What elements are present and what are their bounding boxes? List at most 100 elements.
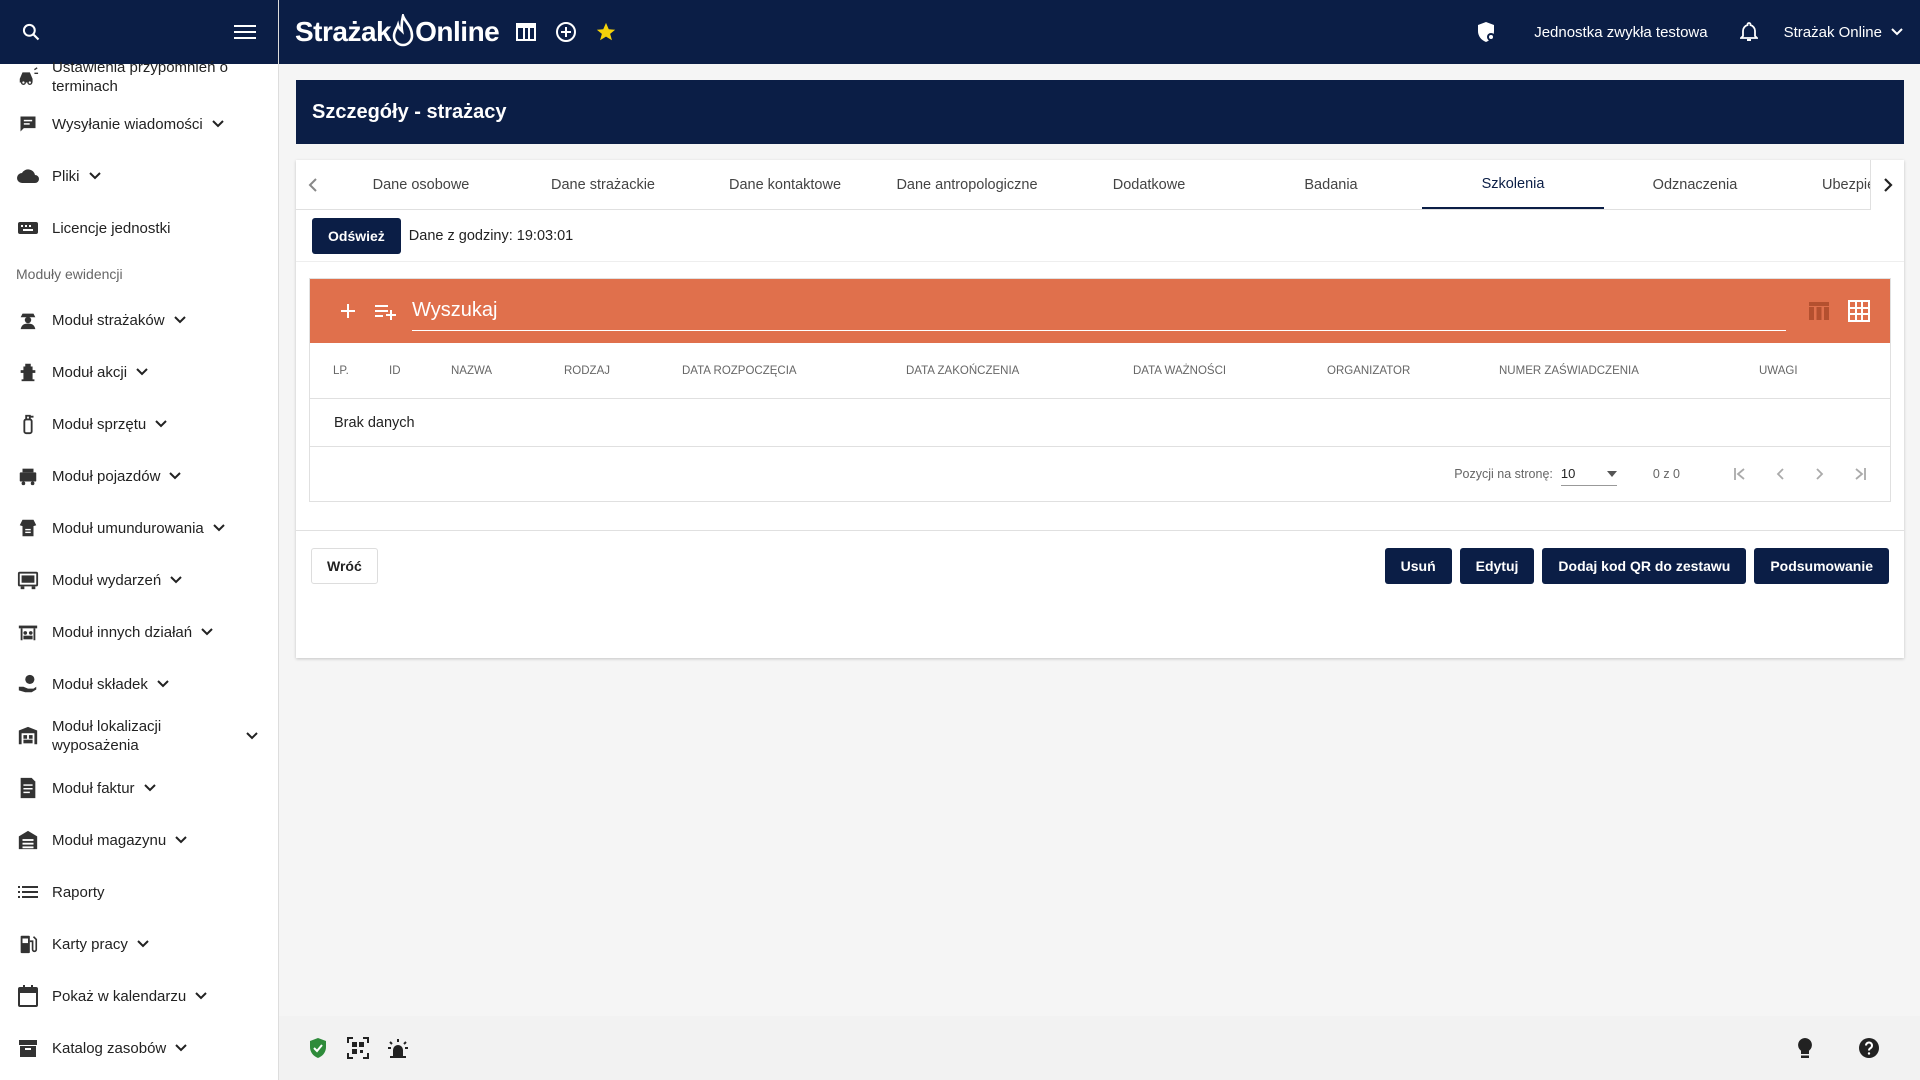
sidebar-item-label: Raporty [52,883,105,901]
sidebar-item-messages[interactable]: Wysyłanie wiadomości [0,98,278,150]
tab-firefighter-data[interactable]: Dane strażackie [512,160,694,209]
column-view-icon[interactable] [1804,296,1834,326]
siren-icon[interactable] [385,1035,411,1061]
column-header[interactable]: DATA ZAKOŃCZENIA [906,365,1019,377]
previous-page-icon[interactable] [1760,454,1800,494]
sidebar-item-label: Moduł akcji [52,363,128,381]
chevron-down-icon [174,1041,188,1055]
sidebar-item-actions[interactable]: Moduł akcji [0,346,278,398]
chevron-down-icon [136,937,150,951]
chevron-left-icon[interactable] [296,160,330,209]
search-input[interactable] [412,299,1786,322]
chevron-down-icon [154,417,168,431]
sidebar-item-reports[interactable]: Raporty [0,866,278,918]
brand-logo[interactable]: Strażak Online [295,14,500,50]
refresh-button[interactable]: Odśwież [312,217,401,254]
sidebar-item-equipment[interactable]: Moduł sprzętu [0,398,278,450]
truck-icon [16,464,40,488]
search-icon[interactable] [18,19,44,45]
unit-name[interactable]: Jednostka zwykła testowa [1534,24,1707,41]
column-header[interactable]: RODZAJ [564,365,610,377]
sidebar-item-location[interactable]: Moduł lokalizacji wyposażenia [0,710,278,762]
sidebar-item-label: Moduł pojazdów [52,467,161,485]
tab-list: Dane osobowe Dane strażackie Dane kontak… [330,160,1870,209]
column-header[interactable]: DATA ROZPOCZĘCIA [682,365,797,377]
page-size-select[interactable]: 10 [1560,462,1617,486]
back-button[interactable]: Wróć [311,547,378,584]
sidebar-item-reminders[interactable]: Ustawienia przypomnień o terminach [0,56,278,98]
data-timestamp: Dane z godziny: 19:03:01 [408,227,574,244]
sidebar-item-label: Wysyłanie wiadomości [52,115,203,133]
sidebar-item-label: Licencje jednostki [52,219,171,237]
tab-medical-exams[interactable]: Badania [1240,160,1422,209]
playlist-add-icon[interactable] [374,299,398,323]
sidebar-item-fees[interactable]: Moduł składek [0,658,278,710]
help-icon[interactable] [1856,1035,1882,1061]
tab-insurance[interactable]: Ubezpieczenia [1786,160,1870,209]
tab-anthropological-data[interactable]: Dane antropologiczne [876,160,1058,209]
sidebar: Ustawienia przypomnień o terminach Wysyła… [0,0,279,1080]
column-header[interactable]: ORGANIZATOR [1327,365,1410,377]
column-header[interactable]: NUMER ZAŚWIADCZENIA [1499,365,1639,377]
edit-button[interactable]: Edytuj [1459,547,1535,584]
add-icon[interactable] [336,299,360,323]
column-header[interactable]: UWAGI [1759,365,1798,377]
sidebar-item-vehicles[interactable]: Moduł pojazdów [0,450,278,502]
tab-decorations[interactable]: Odznaczenia [1604,160,1786,209]
sidebar-item-events[interactable]: Moduł wydarzeń [0,554,278,606]
sidebar-item-uniforms[interactable]: Moduł umundurowania [0,502,278,554]
chevron-down-icon [143,781,157,795]
keyboard-icon [16,216,40,240]
tab-additional[interactable]: Dodatkowe [1058,160,1240,209]
cloud-icon [16,164,40,188]
delete-button[interactable]: Usuń [1384,547,1452,584]
sidebar-item-resources[interactable]: Katalog zasobów [0,1022,278,1074]
tab-contact-data[interactable]: Dane kontaktowe [694,160,876,209]
security-settings-icon[interactable] [1474,19,1500,45]
table-view-icon[interactable] [513,19,539,45]
sidebar-item-files[interactable]: Pliki [0,150,278,202]
sidebar-item-warehouse[interactable]: Moduł magazynu [0,814,278,866]
shield-check-icon[interactable] [305,1035,331,1061]
main-content: Szczegóły - strażacy Dane osobowe Dane s… [296,80,1904,658]
add-qr-code-button[interactable]: Dodaj kod QR do zestawu [1542,547,1747,584]
star-icon[interactable] [593,19,619,45]
user-menu[interactable]: Strażak Online [1784,24,1904,41]
header-right: Jednostka zwykła testowa Strażak Online [1460,19,1904,45]
column-header[interactable]: LP. [333,365,349,377]
add-circle-icon[interactable] [553,19,579,45]
warehouse-icon [16,828,40,852]
qr-scan-icon[interactable] [345,1035,371,1061]
other-actions-icon [16,620,40,644]
last-page-icon[interactable] [1840,454,1880,494]
next-page-icon[interactable] [1800,454,1840,494]
sidebar-item-label: Moduł strażaków [52,311,165,329]
lightbulb-icon[interactable] [1792,1035,1818,1061]
column-header[interactable]: ID [389,365,401,377]
notifications-bell-icon[interactable] [1736,19,1762,45]
sidebar-item-calendar[interactable]: Pokaż w kalendarzu [0,970,278,1022]
menu-icon[interactable] [232,19,258,45]
summary-button[interactable]: Podsumowanie [1754,547,1889,584]
sidebar-section-title: Moduły ewidencji [16,266,123,282]
chevron-down-icon [194,989,208,1003]
table-header: LP. ID NAZWA RODZAJ DATA ROZPOCZĘCIA DAT… [310,343,1890,399]
tab-personal-data[interactable]: Dane osobowe [330,160,512,209]
column-header[interactable]: NAZWA [451,365,492,377]
column-header[interactable]: DATA WAŻNOŚCI [1133,365,1226,377]
firefighter-icon [16,308,40,332]
grid-view-icon[interactable] [1844,296,1874,326]
sidebar-item-work-cards[interactable]: Karty pracy [0,918,278,970]
sidebar-item-other-actions[interactable]: Moduł innych działań [0,606,278,658]
sidebar-item-label: terminach [52,78,118,95]
tab-trainings[interactable]: Szkolenia [1422,160,1604,209]
sidebar-nav: Ustawienia przypomnień o terminach Wysyła… [0,56,278,1074]
first-page-icon[interactable] [1720,454,1760,494]
event-icon [16,568,40,592]
sidebar-item-licenses[interactable]: Licencje jednostki [0,202,278,254]
calendar-icon [16,984,40,1008]
chevron-right-icon[interactable] [1870,160,1904,210]
sidebar-item-label: Katalog zasobów [52,1039,167,1057]
sidebar-item-invoices[interactable]: Moduł faktur [0,762,278,814]
sidebar-item-firefighters[interactable]: Moduł strażaków [0,294,278,346]
